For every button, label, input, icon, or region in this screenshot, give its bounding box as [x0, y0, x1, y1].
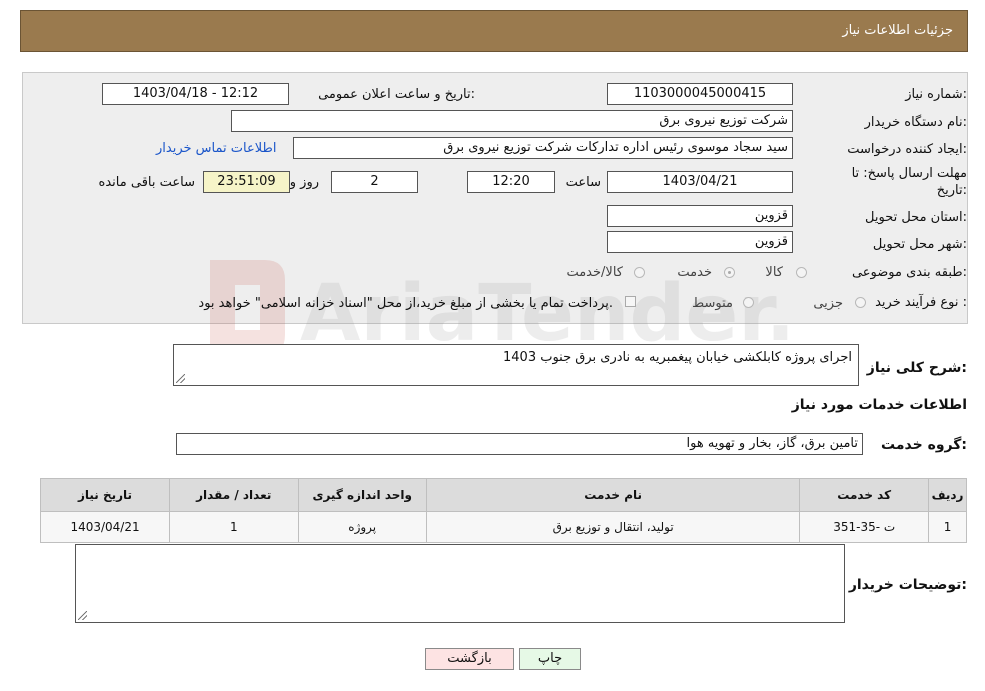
deadline-label: مهلت ارسال پاسخ: تا — [851, 166, 967, 181]
resize-handle-icon[interactable] — [78, 611, 87, 620]
category-option-goods: کالا — [765, 265, 783, 280]
province-label: استان محل تحویل: — [865, 210, 967, 225]
deadline-time-label: ساعت — [565, 175, 601, 190]
city-label: شهر محل تحویل: — [872, 237, 967, 252]
services-table: تاریخ نیاز تعداد / مقدار واحد اندازه گیر… — [39, 478, 967, 543]
creator-field: سید سجاد موسوی رئیس اداره تدارکات شرکت ت… — [293, 137, 793, 159]
remaining-time-field: 23:51:09 — [203, 171, 290, 193]
summary-label: شرح کلی نیاز: — [866, 360, 967, 376]
cell-service-name: تولید، انتقال و توزیع برق — [425, 511, 801, 543]
resize-handle-icon[interactable] — [176, 374, 185, 383]
treasury-payment-checkbox[interactable] — [625, 296, 636, 307]
column-header-quantity: تعداد / مقدار — [169, 478, 299, 512]
column-header-service-name: نام خدمت — [425, 478, 801, 512]
category-option-goods-service: کالا/خدمت — [566, 265, 623, 280]
buyer-notes-label: توضیحات خریدار: — [848, 577, 967, 593]
category-radio-goods-service[interactable] — [634, 267, 645, 278]
remaining-time-label: ساعت باقی مانده — [98, 175, 195, 190]
summary-textarea[interactable]: اجرای پروژه کابلکشی خیابان پیغمبریه به ن… — [173, 344, 859, 386]
province-field: قزوین — [607, 205, 793, 227]
days-label: روز و — [289, 175, 319, 190]
creator-label: ایجاد کننده درخواست: — [847, 142, 967, 157]
cell-need-date: 1403/04/21 — [39, 511, 171, 543]
category-radio-goods[interactable] — [796, 267, 807, 278]
process-radio-medium[interactable] — [743, 297, 754, 308]
table-row: 1403/04/21 1 پروژه تولید، انتقال و توزیع… — [39, 511, 967, 543]
cell-row-number: 1 — [928, 511, 967, 543]
buyer-notes-textarea[interactable] — [75, 544, 845, 623]
buyer-org-label: نام دستگاه خریدار: — [864, 115, 967, 130]
process-option-medium: متوسط — [692, 296, 733, 311]
cell-unit: پروژه — [297, 511, 427, 543]
cell-quantity: 1 — [169, 511, 299, 543]
column-header-unit: واحد اندازه گیری — [297, 478, 427, 512]
services-table-header: تاریخ نیاز تعداد / مقدار واحد اندازه گیر… — [39, 478, 967, 512]
column-header-need-date: تاریخ نیاز — [39, 478, 171, 512]
need-number-field: 1103000045000415 — [607, 83, 793, 105]
back-button[interactable]: بازگشت — [425, 648, 514, 670]
category-option-service: خدمت — [677, 265, 712, 280]
category-radio-service[interactable] — [724, 267, 735, 278]
buyer-org-field: شرکت توزیع نیروی برق — [231, 110, 793, 132]
process-option-minor: جزیی — [813, 296, 843, 311]
column-header-service-code: کد خدمت — [799, 478, 930, 512]
page-title: جزئیات اطلاعات نیاز — [842, 23, 953, 38]
service-group-field: تامین برق، گاز، بخار و تهویه هوا — [176, 433, 863, 455]
announce-field: 1403/04/18 - 12:12 — [102, 83, 289, 105]
page-header: جزئیات اطلاعات نیاز — [20, 10, 968, 52]
deadline-label-date: تاریخ: — [936, 183, 967, 198]
column-header-row: ردیف — [928, 478, 967, 512]
category-label: طبقه بندی موضوعی: — [851, 265, 967, 280]
deadline-time-field: 12:20 — [467, 171, 555, 193]
treasury-payment-note: پرداخت تمام یا بخشی از مبلغ خرید،از محل … — [198, 296, 613, 311]
services-section-title: اطلاعات خدمات مورد نیاز — [791, 397, 967, 413]
print-button[interactable]: چاپ — [519, 648, 581, 670]
days-remaining-field: 2 — [331, 171, 418, 193]
cell-service-code: ت -35-351 — [799, 511, 930, 543]
summary-text: اجرای پروژه کابلکشی خیابان پیغمبریه به ن… — [503, 350, 852, 365]
buyer-contact-link[interactable]: اطلاعات تماس خریدار — [156, 141, 276, 156]
need-number-label: شماره نیاز: — [905, 87, 967, 102]
process-radio-minor[interactable] — [855, 297, 866, 308]
deadline-date-field: 1403/04/21 — [607, 171, 793, 193]
process-type-label: نوع فرآیند خرید : — [875, 295, 967, 310]
city-field: قزوین — [607, 231, 793, 253]
announce-label: تاریخ و ساعت اعلان عمومی: — [318, 87, 475, 102]
service-group-label: گروه خدمت: — [881, 437, 967, 453]
